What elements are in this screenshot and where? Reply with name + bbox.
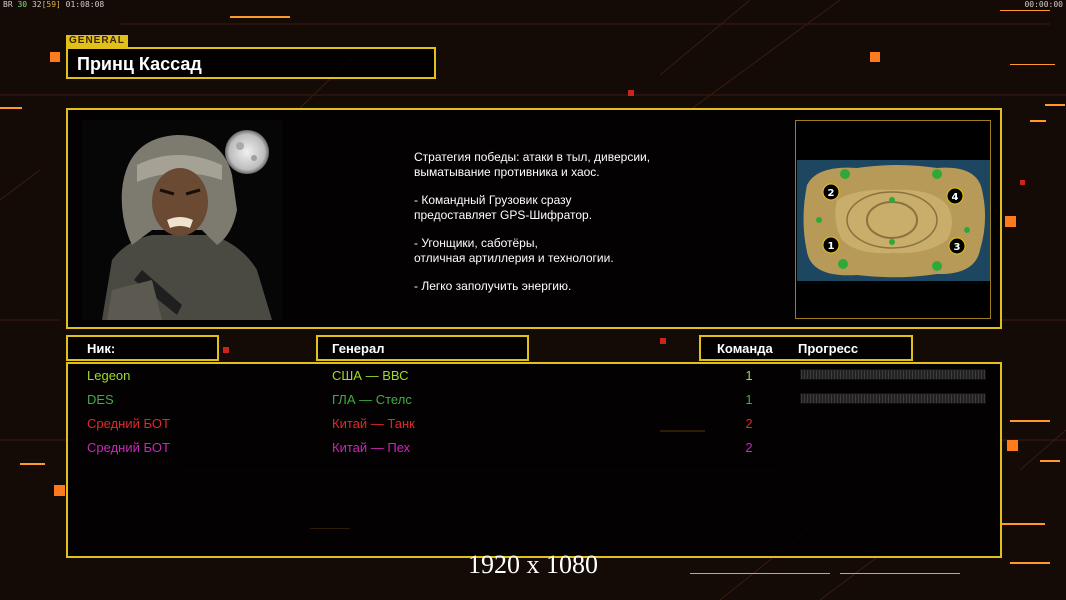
hud-value-2: 32 bbox=[31, 0, 42, 9]
hud-clock: 01:08:08 bbox=[65, 0, 105, 9]
player-team: 2 bbox=[745, 440, 753, 455]
description-line: Стратегия победы: атаки в тыл, диверсии,… bbox=[414, 150, 651, 179]
progress-header-label: Прогресс bbox=[798, 341, 859, 356]
player-row: Legeon США — ВВС 1 bbox=[68, 365, 1000, 385]
player-team: 2 bbox=[745, 416, 753, 431]
hud-stats: BR 30 32[59] 01:08:08 bbox=[3, 0, 104, 9]
map-preview: 1 2 3 4 bbox=[795, 120, 991, 319]
player-nick: Legeon bbox=[87, 368, 131, 383]
player-row: DES ГЛА — Стелс 1 bbox=[68, 389, 1000, 409]
team-progress-header: Команда Прогресс bbox=[699, 335, 913, 361]
start-position-label: 4 bbox=[952, 192, 959, 203]
player-team: 1 bbox=[745, 392, 753, 407]
general-portrait bbox=[82, 120, 282, 320]
player-nick: Средний БОТ bbox=[87, 440, 170, 455]
general-info-panel: Стратегия победы: атаки в тыл, диверсии,… bbox=[66, 108, 1002, 329]
player-team: 1 bbox=[745, 368, 753, 383]
general-header: Генерал bbox=[316, 335, 529, 361]
player-general: ГЛА — Стелс bbox=[332, 392, 412, 407]
start-position-label: 1 bbox=[828, 241, 835, 252]
hud-prefix: BR bbox=[3, 0, 13, 9]
player-general: Китай — Пех bbox=[332, 440, 411, 455]
team-header-label: Команда bbox=[717, 341, 773, 356]
player-nick: Средний БОТ bbox=[87, 416, 170, 431]
hud-value: 30 bbox=[17, 0, 28, 9]
player-row: Средний БОТ Китай — Пех 2 bbox=[68, 437, 1000, 457]
resolution-caption: 1920 x 1080 bbox=[468, 550, 598, 579]
loading-progress-bar bbox=[800, 369, 986, 380]
player-nick: DES bbox=[87, 392, 114, 407]
general-name: Принц Кассад bbox=[77, 54, 202, 74]
description-line: - Угонщики, саботёры, отличная артиллери… bbox=[414, 236, 614, 265]
player-list: Legeon США — ВВС 1 DES ГЛА — Стелс 1 Сре… bbox=[66, 362, 1002, 558]
general-header-label: Генерал bbox=[332, 341, 385, 356]
player-general: США — ВВС bbox=[332, 368, 409, 383]
description-line: - Легко заполучить энергию. bbox=[414, 279, 572, 293]
description-line: - Командный Грузовик сразу предоставляет… bbox=[414, 193, 593, 222]
start-position-label: 3 bbox=[954, 242, 961, 253]
general-description: Стратегия победы: атаки в тыл, диверсии,… bbox=[414, 150, 754, 294]
player-general: Китай — Танк bbox=[332, 416, 415, 431]
general-title-box: Принц Кассад bbox=[66, 47, 436, 79]
map-image: 1 2 3 4 bbox=[797, 160, 990, 281]
nick-header: Ник: bbox=[66, 335, 219, 361]
player-row: Средний БОТ Китай — Танк 2 bbox=[68, 413, 1000, 433]
start-position-label: 2 bbox=[828, 188, 835, 199]
loading-progress-bar bbox=[800, 393, 986, 404]
hud-timer: 00:00:00 bbox=[1024, 0, 1063, 9]
hud-bracket: [59] bbox=[41, 0, 61, 9]
general-tag: GENERAL bbox=[66, 35, 128, 47]
nick-header-label: Ник: bbox=[87, 341, 116, 356]
